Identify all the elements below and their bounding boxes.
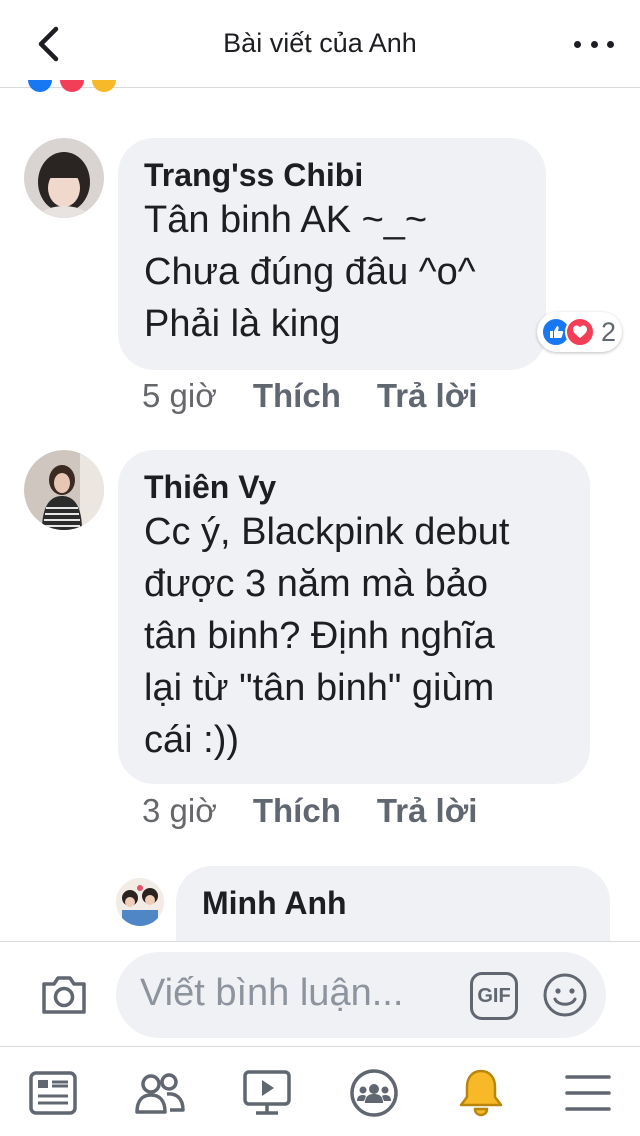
comment-input-placeholder: Viết bình luận... — [140, 972, 404, 1014]
camera-icon — [42, 976, 86, 1014]
comments-list: Trang'ss Chibi Tân binh AK ~_~ Chưa đúng… — [0, 89, 640, 941]
comment-text-line: lại từ "tân binh" giùm — [144, 667, 495, 709]
comment-bubble[interactable]: Thiên Vy Cc ý, Blackpink debut được 3 nă… — [118, 450, 590, 784]
reaction-count: 2 — [601, 316, 617, 347]
more-options-button[interactable] — [574, 32, 614, 56]
news-feed-icon — [29, 1071, 77, 1115]
comment-bubble[interactable]: Trang'ss Chibi Tân binh AK ~_~ Chưa đúng… — [118, 138, 546, 370]
comment-text-line: Tân binh AK ~_~ — [144, 199, 428, 241]
watch-icon — [243, 1070, 291, 1115]
smiley-icon — [543, 973, 587, 1017]
comment-meta: 5 giờ Thích Trả lời — [142, 377, 477, 415]
reply-button[interactable]: Trả lời — [377, 792, 478, 830]
comment-meta: 3 giờ Thích Trả lời — [142, 792, 477, 830]
comment-author[interactable]: Trang'ss Chibi — [144, 156, 520, 194]
comment-author[interactable]: Thiên Vy — [144, 468, 564, 506]
tab-friends[interactable] — [134, 1067, 186, 1119]
comment-time: 3 giờ — [142, 792, 217, 829]
notifications-icon — [459, 1069, 503, 1117]
gif-button[interactable]: GIF — [470, 972, 518, 1020]
bottom-tab-bar — [0, 1047, 640, 1136]
love-icon — [565, 317, 595, 347]
tab-notifications[interactable] — [455, 1067, 507, 1119]
camera-button[interactable] — [40, 972, 88, 1016]
menu-icon — [565, 1075, 611, 1111]
comment-text-line: cái :)) — [144, 719, 239, 761]
tab-news-feed[interactable] — [27, 1067, 79, 1119]
reply-button[interactable]: Trả lời — [377, 377, 478, 415]
comment-text-line: tân binh? Định nghĩa — [144, 615, 495, 657]
reaction-summary[interactable]: 2 — [537, 312, 623, 352]
avatar[interactable] — [24, 138, 104, 218]
comment-text-line: được 3 năm mà bảo — [144, 563, 488, 605]
emoji-button[interactable] — [542, 972, 588, 1018]
tab-watch[interactable] — [241, 1067, 293, 1119]
more-horizontal-icon — [574, 40, 581, 48]
comment-text-line: Phải là king — [144, 303, 341, 345]
comment-time: 5 giờ — [142, 377, 217, 414]
like-button[interactable]: Thích — [253, 792, 341, 830]
friends-icon — [135, 1073, 185, 1114]
avatar[interactable] — [24, 450, 104, 530]
comment-text-line: Chưa đúng đâu ^o^ — [144, 251, 476, 293]
comment-input[interactable]: Viết bình luận... GIF — [116, 952, 606, 1038]
like-button[interactable]: Thích — [253, 377, 341, 415]
comment-author[interactable]: Minh Anh — [202, 884, 584, 922]
header-bar: Bài viết của Anh — [0, 0, 640, 88]
comment-composer: Viết bình luận... GIF — [0, 941, 640, 1047]
page-title: Bài viết của Anh — [223, 28, 417, 58]
tab-groups[interactable] — [348, 1067, 400, 1119]
tab-menu[interactable] — [562, 1067, 614, 1119]
comment-text-line: Cc ý, Blackpink debut — [144, 511, 510, 553]
groups-icon — [350, 1069, 398, 1117]
reply-bubble[interactable]: Minh Anh — [176, 866, 610, 941]
avatar[interactable] — [116, 878, 164, 926]
